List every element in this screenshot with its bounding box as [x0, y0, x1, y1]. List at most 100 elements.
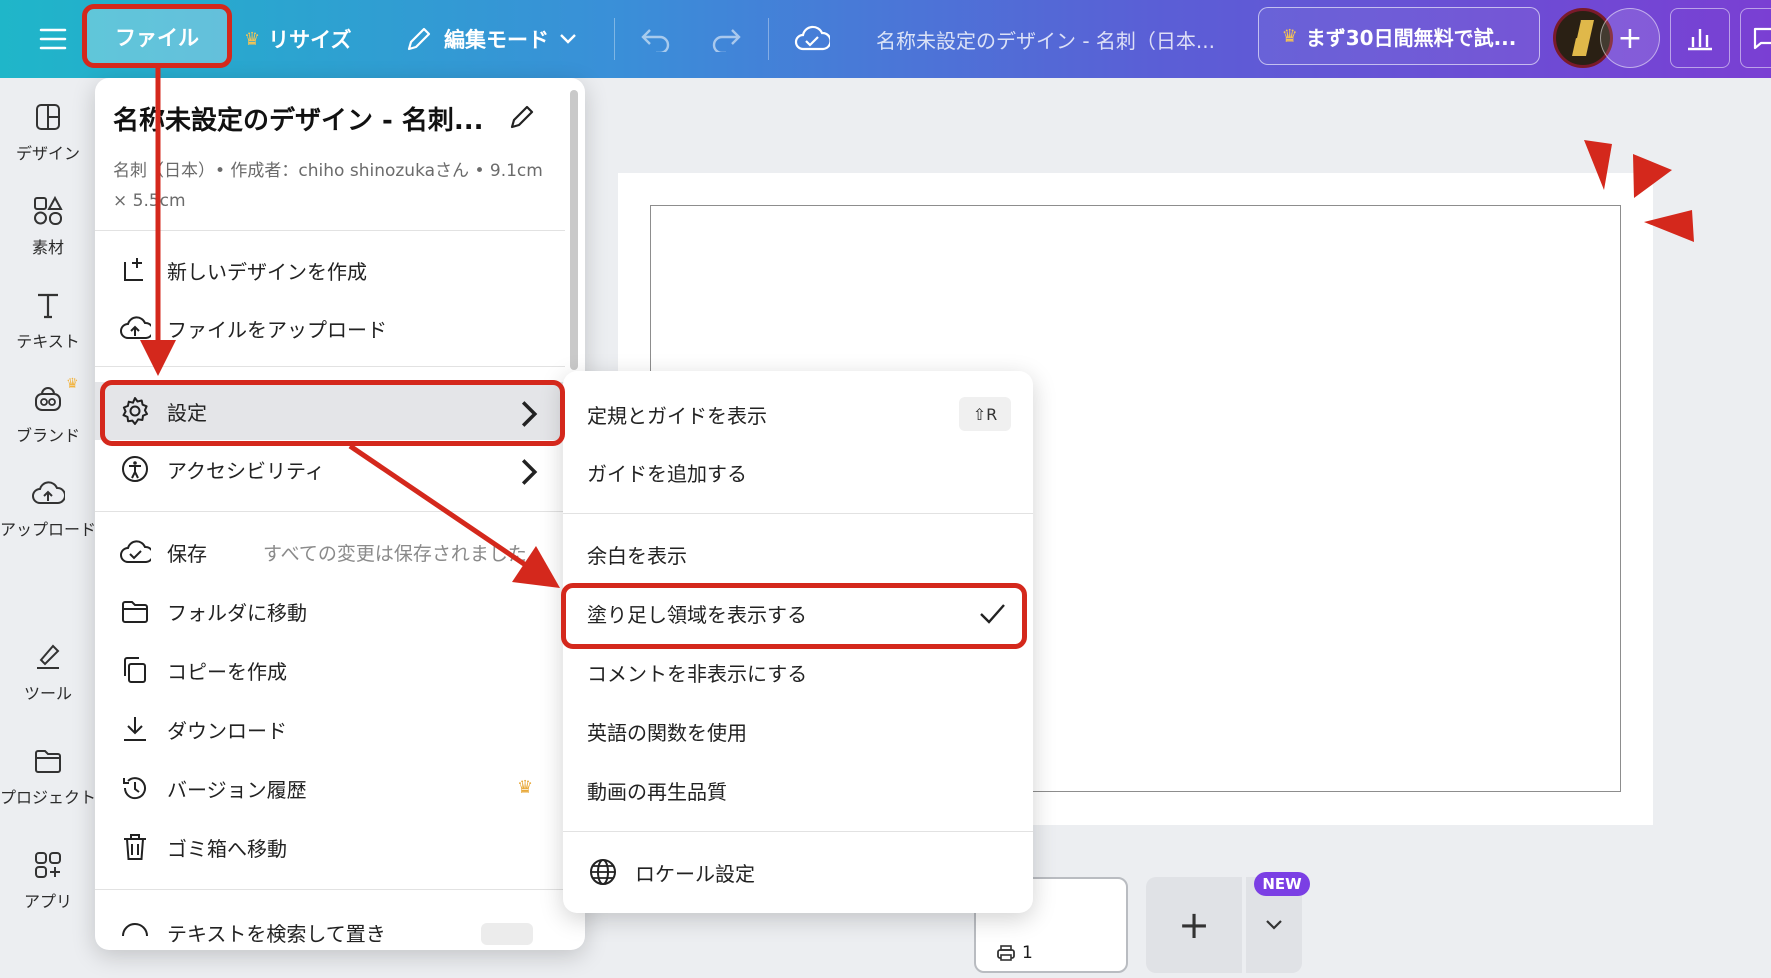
chevron-down-icon — [1266, 920, 1282, 930]
history-icon — [123, 777, 146, 800]
free-trial-button[interactable]: ♛ まず30日間無料で試... — [1258, 7, 1540, 65]
add-collaborator-icon[interactable]: + — [1600, 8, 1660, 68]
menu-item-settings[interactable]: 設定 — [95, 382, 565, 440]
free-trial-label: まず30日間無料で試... — [1305, 25, 1517, 50]
pencil-icon — [407, 27, 431, 51]
text-icon — [38, 293, 58, 319]
menu-label: アクセシビリティ — [167, 458, 325, 483]
menu-scrollbar[interactable] — [570, 90, 578, 370]
menu-item-copy[interactable]: コピーを作成 — [95, 641, 565, 699]
rail-label-design: デザイン — [15, 144, 80, 163]
menu-item-move-folder[interactable]: フォルダに移動 — [95, 582, 565, 640]
add-page-button[interactable]: + — [1146, 877, 1242, 973]
menu-item-trash[interactable]: ゴミ箱へ移動 — [95, 818, 565, 876]
menu-design-title: 名称未設定のデザイン - 名刺... — [113, 106, 484, 136]
submenu-item-rulers[interactable]: 定規とガイドを表示 ⇧R — [563, 385, 1033, 443]
new-design-icon — [124, 258, 143, 281]
rail-label-upload: アップロード — [0, 520, 97, 539]
folder-icon — [35, 750, 61, 773]
rail-item-tools[interactable]: ツール — [0, 640, 96, 704]
chevron-right-icon — [521, 401, 538, 427]
menu-label: ガイドを追加する — [587, 461, 747, 486]
resize-label: リサイズ — [268, 28, 352, 52]
shortcut-badge — [481, 923, 533, 945]
cloud-saved-icon[interactable] — [794, 0, 830, 78]
draw-tool-icon — [37, 644, 60, 669]
checkmark-icon — [980, 604, 1005, 624]
menu-label: ゴミ箱へ移動 — [167, 836, 287, 861]
rail-item-apps[interactable]: アプリ — [0, 848, 96, 912]
rail-item-upload[interactable]: アップロード — [0, 476, 96, 540]
submenu-item-english-functions[interactable]: 英語の関数を使用 — [563, 702, 1033, 760]
menu-label: バージョン履歴 — [167, 777, 307, 802]
menu-item-find-replace[interactable]: テキストを検索して置き — [95, 903, 565, 950]
chevron-down-icon — [560, 34, 576, 44]
design-meta: 名刺（日本）• 作成者：chiho shinozukaさん • 9.1cm × … — [113, 161, 543, 211]
divider — [563, 831, 1033, 832]
submenu-item-video-quality[interactable]: 動画の再生品質 — [563, 761, 1033, 819]
shortcut-badge: ⇧R — [959, 397, 1011, 431]
file-menu-button[interactable]: ファイル — [86, 9, 228, 65]
menu-label: コメントを非表示にする — [587, 661, 808, 686]
divider — [95, 511, 565, 512]
crown-icon: ♛ — [517, 777, 534, 798]
menu-label: 定規とガイドを表示 — [587, 403, 767, 428]
trash-icon — [124, 834, 146, 860]
cloud-check-icon — [120, 540, 151, 563]
crown-icon: ♛ — [66, 376, 79, 392]
menu-item-save[interactable]: 保存 すべての変更は保存されました — [95, 523, 565, 581]
redo-icon[interactable] — [710, 0, 742, 78]
file-menu-label: ファイル — [115, 26, 199, 50]
edit-mode-button[interactable]: 編集モード — [404, 0, 577, 78]
document-title[interactable]: 名称未設定のデザイン - 名刺（日本... — [876, 0, 1215, 78]
menu-item-new-design[interactable]: 新しいデザインを作成 — [95, 241, 565, 299]
submenu-item-locale[interactable]: ロケール設定 — [563, 843, 1033, 901]
rail-item-projects[interactable]: プロジェクト — [0, 744, 96, 808]
accessibility-icon — [122, 456, 148, 482]
avatar-icon — [1572, 19, 1594, 56]
hamburger-menu-icon[interactable] — [30, 0, 76, 78]
menu-label: 新しいデザインを作成 — [167, 259, 367, 284]
globe-icon — [590, 859, 616, 885]
apps-icon — [35, 852, 61, 878]
comment-icon[interactable] — [1740, 8, 1771, 68]
rename-pencil-icon[interactable] — [507, 102, 537, 136]
menu-item-accessibility[interactable]: アクセシビリティ — [95, 440, 565, 498]
menu-label: 動画の再生品質 — [587, 779, 727, 804]
divider — [95, 889, 565, 890]
submenu-item-add-guide[interactable]: ガイドを追加する — [563, 443, 1033, 501]
menu-item-version-history[interactable]: バージョン履歴 ♛ — [95, 759, 565, 817]
undo-icon[interactable] — [640, 0, 672, 78]
rail-label-projects: プロジェクト — [0, 788, 97, 807]
menu-label: ロケール設定 — [635, 861, 755, 886]
submenu-item-margins[interactable]: 余白を表示 — [563, 525, 1033, 583]
menu-label: 塗り足し領域を表示する — [587, 602, 807, 627]
rail-label-text: テキスト — [16, 332, 80, 351]
folder-icon — [122, 601, 148, 623]
rail-item-brand[interactable]: ♛ ブランド — [0, 376, 96, 446]
menu-item-download[interactable]: ダウンロード — [95, 700, 565, 758]
rail-item-text[interactable]: テキスト — [0, 288, 96, 352]
submenu-item-bleed[interactable]: 塗り足し領域を表示する — [563, 584, 1033, 642]
submenu-item-hide-comments[interactable]: コメントを非表示にする — [563, 643, 1033, 701]
rail-item-elements[interactable]: 素材 — [0, 194, 96, 258]
menu-label: フォルダに移動 — [167, 600, 307, 625]
design-icon — [36, 104, 60, 130]
download-icon — [124, 717, 146, 741]
page-number: 1 — [996, 943, 1033, 963]
divider — [95, 366, 565, 367]
divider — [614, 18, 615, 60]
rail-item-design[interactable]: デザイン — [0, 100, 96, 164]
edit-mode-label: 編集モード — [444, 28, 549, 52]
elements-icon — [34, 195, 63, 225]
brand-icon — [35, 387, 61, 411]
menu-label: ファイルをアップロード — [167, 317, 387, 342]
menu-label: 英語の関数を使用 — [587, 720, 747, 745]
menu-label: ダウンロード — [167, 718, 287, 743]
menu-item-upload[interactable]: ファイルをアップロード — [95, 299, 565, 357]
save-status: すべての変更は保存されました — [263, 542, 527, 565]
upload-cloud-icon — [32, 481, 65, 504]
insights-icon[interactable] — [1670, 8, 1730, 68]
gear-icon — [122, 397, 148, 425]
resize-button[interactable]: ♛ リサイズ — [244, 0, 352, 78]
